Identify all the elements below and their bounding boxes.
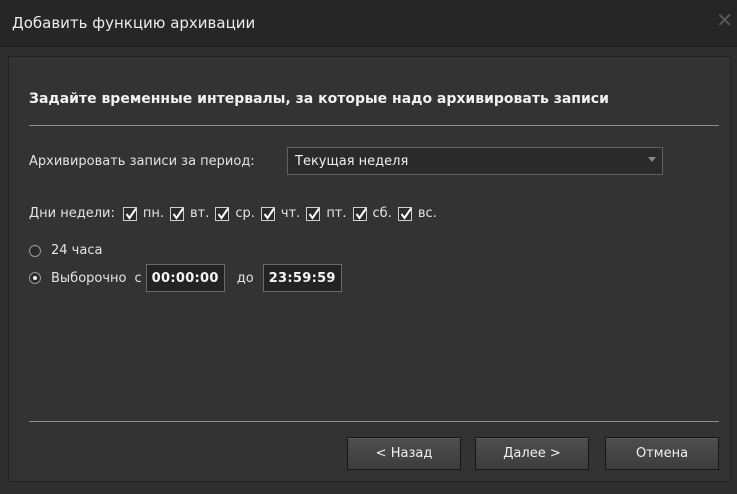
period-row: Архивировать записи за период:: [29, 154, 255, 169]
checkbox[interactable]: [260, 206, 275, 221]
chevron-down-icon: [648, 157, 656, 162]
day-checkbox-item[interactable]: вт.: [170, 206, 209, 221]
to-label: до: [236, 270, 254, 286]
divider-bottom: [29, 421, 719, 422]
dialog-window: Добавить функцию архивации ✕ Задайте вре…: [0, 0, 737, 494]
radio-custom[interactable]: [29, 272, 41, 284]
checkbox[interactable]: [122, 206, 137, 221]
day-label: чт.: [280, 206, 301, 221]
from-time-value: 00:00:00: [151, 270, 219, 286]
checkbox[interactable]: [306, 206, 321, 221]
from-time-input[interactable]: 00:00:00: [145, 264, 225, 292]
period-select-value: Текущая неделя: [295, 153, 409, 169]
back-button[interactable]: < Назад: [347, 437, 461, 470]
checkbox[interactable]: [215, 206, 230, 221]
checkbox[interactable]: [397, 206, 412, 221]
day-checkbox-item[interactable]: сб.: [352, 206, 392, 221]
day-checkbox-item[interactable]: ср.: [215, 206, 255, 221]
day-label: сб.: [372, 206, 392, 221]
day-checkbox-item[interactable]: пн.: [122, 206, 164, 221]
day-label: ср.: [235, 206, 255, 221]
days-row: Дни недели: пн. вт. ср. чт. пт. сб. вс.: [29, 206, 443, 221]
radio-24h[interactable]: [29, 244, 41, 257]
option-custom-row[interactable]: Выборочно с 00:00:00 до 23:59:59: [29, 264, 342, 292]
dialog-content: Задайте временные интервалы, за которые …: [8, 56, 731, 482]
to-time-value: 23:59:59: [268, 270, 336, 286]
day-checkbox-item[interactable]: пт.: [306, 206, 347, 221]
next-button[interactable]: Далее >: [475, 437, 589, 470]
day-label: вт.: [190, 206, 210, 221]
day-label: пт.: [326, 206, 347, 221]
to-time-input[interactable]: 23:59:59: [262, 264, 342, 292]
period-label: Архивировать записи за период:: [29, 154, 255, 169]
title-bar: Добавить функцию архивации ✕: [0, 0, 737, 47]
day-checkbox-item[interactable]: вс.: [397, 206, 437, 221]
day-label: пн.: [142, 206, 164, 221]
close-icon[interactable]: ✕: [716, 10, 733, 30]
divider-top: [29, 125, 719, 126]
section-heading: Задайте временные интервалы, за которые …: [29, 91, 609, 107]
day-label: вс.: [417, 206, 437, 221]
day-checkbox-item[interactable]: чт.: [260, 206, 301, 221]
option-custom-label: Выборочно: [51, 270, 127, 286]
checkbox[interactable]: [352, 206, 367, 221]
period-select[interactable]: Текущая неделя: [287, 147, 663, 175]
checkbox[interactable]: [170, 206, 184, 221]
cancel-button[interactable]: Отмена: [605, 437, 719, 470]
from-label: с: [134, 270, 142, 286]
option-24h-label: 24 часа: [51, 243, 103, 258]
dialog-title: Добавить функцию архивации: [12, 14, 256, 32]
days-label: Дни недели:: [29, 206, 115, 221]
option-24h-row[interactable]: 24 часа: [29, 243, 102, 258]
days-list: пн. вт. ср. чт. пт. сб. вс.: [122, 206, 443, 221]
